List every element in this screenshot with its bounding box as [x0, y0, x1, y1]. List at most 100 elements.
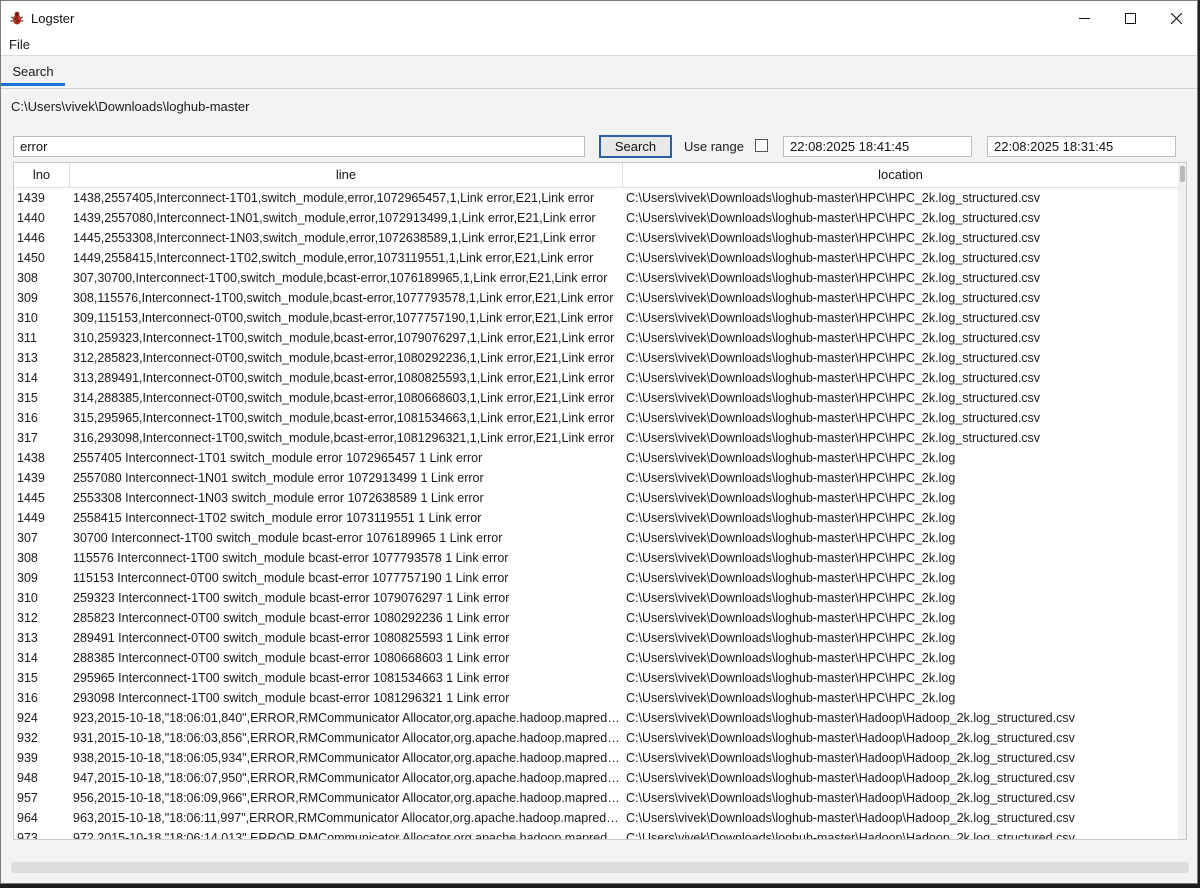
table-row[interactable]: 315 314,288385,Interconnect-0T00,switch_m…: [14, 388, 1178, 408]
cell-line: 2553308 Interconnect-1N03 switch_module …: [73, 491, 484, 505]
cell-line: 314,288385,Interconnect-0T00,switch_modu…: [73, 391, 615, 405]
tab-search[interactable]: Search: [1, 56, 65, 86]
table-row[interactable]: 1449 2558415 Interconnect-1T02 switch_mod…: [14, 508, 1178, 528]
table-row[interactable]: 1438 2557405 Interconnect-1T01 switch_mod…: [14, 448, 1178, 468]
folder-path: C:\Users\vivek\Downloads\loghub-master: [11, 99, 250, 114]
table-row[interactable]: 309 115153 Interconnect-0T00 switch_modul…: [14, 568, 1178, 588]
table-row[interactable]: 308 115576 Interconnect-1T00 switch_modul…: [14, 548, 1178, 568]
cell-lno: 313: [17, 631, 38, 645]
cell-line: 312,285823,Interconnect-0T00,switch_modu…: [73, 351, 615, 365]
cell-location: C:\Users\vivek\Downloads\loghub-master\H…: [626, 211, 1041, 225]
close-icon: [1170, 12, 1182, 24]
range-end-input[interactable]: [987, 136, 1176, 157]
table-row[interactable]: 1439 1438,2557405,Interconnect-1T01,switc…: [14, 188, 1178, 208]
cell-line: 938,2015-10-18,"18:06:05,934",ERROR,RMCo…: [73, 751, 621, 765]
vertical-scrollbar[interactable]: [1178, 163, 1186, 839]
cell-line: 289491 Interconnect-0T00 switch_module b…: [73, 631, 510, 645]
cell-line: 316,293098,Interconnect-1T00,switch_modu…: [73, 431, 615, 445]
cell-line: 972,2015-10-18,"18:06:14,013",ERROR,RMCo…: [73, 831, 621, 840]
search-button[interactable]: Search: [599, 135, 672, 158]
cell-location: C:\Users\vivek\Downloads\loghub-master\H…: [626, 811, 1075, 825]
cell-location: C:\Users\vivek\Downloads\loghub-master\H…: [626, 571, 956, 585]
vertical-scroll-thumb[interactable]: [1180, 166, 1185, 182]
table-row[interactable]: 1445 2553308 Interconnect-1N03 switch_mod…: [14, 488, 1178, 508]
cell-location: C:\Users\vivek\Downloads\loghub-master\H…: [626, 471, 956, 485]
table-row[interactable]: 964 963,2015-10-18,"18:06:11,997",ERROR,R…: [14, 808, 1178, 828]
cell-line: 259323 Interconnect-1T00 switch_module b…: [73, 591, 510, 605]
table-row[interactable]: 311 310,259323,Interconnect-1T00,switch_m…: [14, 328, 1178, 348]
table-row[interactable]: 948 947,2015-10-18,"18:06:07,950",ERROR,R…: [14, 768, 1178, 788]
cell-location: C:\Users\vivek\Downloads\loghub-master\H…: [626, 251, 1041, 265]
menu-file[interactable]: File: [9, 37, 30, 52]
cell-lno: 313: [17, 351, 38, 365]
cell-lno: 1439: [17, 191, 45, 205]
horizontal-scrollbar[interactable]: [11, 862, 1189, 873]
column-header-line[interactable]: line: [70, 163, 623, 187]
cell-lno: 317: [17, 431, 38, 445]
maximize-button[interactable]: [1107, 1, 1153, 35]
cell-lno: 315: [17, 671, 38, 685]
title-bar[interactable]: Logster: [1, 1, 1197, 35]
table-row[interactable]: 316 293098 Interconnect-1T00 switch_modul…: [14, 688, 1178, 708]
table-row[interactable]: 957 956,2015-10-18,"18:06:09,966",ERROR,R…: [14, 788, 1178, 808]
cell-line: 293098 Interconnect-1T00 switch_module b…: [73, 691, 510, 705]
cell-lno: 1440: [17, 211, 45, 225]
cell-lno: 948: [17, 771, 38, 785]
column-header-location[interactable]: location: [623, 163, 1178, 187]
cell-lno: 312: [17, 611, 38, 625]
cell-location: C:\Users\vivek\Downloads\loghub-master\H…: [626, 591, 956, 605]
table-row[interactable]: 314 313,289491,Interconnect-0T00,switch_m…: [14, 368, 1178, 388]
table-row[interactable]: 1450 1449,2558415,Interconnect-1T02,switc…: [14, 248, 1178, 268]
table-row[interactable]: 312 285823 Interconnect-0T00 switch_modul…: [14, 608, 1178, 628]
close-button[interactable]: [1153, 1, 1199, 35]
window-title: Logster: [31, 11, 75, 26]
cell-lno: 310: [17, 591, 38, 605]
cell-line: 1438,2557405,Interconnect-1T01,switch_mo…: [73, 191, 595, 205]
table-row[interactable]: 314 288385 Interconnect-0T00 switch_modul…: [14, 648, 1178, 668]
range-start-input[interactable]: [783, 136, 972, 157]
cell-location: C:\Users\vivek\Downloads\loghub-master\H…: [626, 511, 956, 525]
cell-lno: 1450: [17, 251, 45, 265]
table-row[interactable]: 307 30700 Interconnect-1T00 switch_module…: [14, 528, 1178, 548]
bug-icon: [10, 11, 24, 25]
table-row[interactable]: 924 923,2015-10-18,"18:06:01,840",ERROR,R…: [14, 708, 1178, 728]
table-row[interactable]: 313 289491 Interconnect-0T00 switch_modul…: [14, 628, 1178, 648]
cell-location: C:\Users\vivek\Downloads\loghub-master\H…: [626, 431, 1041, 445]
cell-location: C:\Users\vivek\Downloads\loghub-master\H…: [626, 191, 1041, 205]
cell-line: 956,2015-10-18,"18:06:09,966",ERROR,RMCo…: [73, 791, 621, 805]
cell-location: C:\Users\vivek\Downloads\loghub-master\H…: [626, 311, 1041, 325]
search-input[interactable]: [13, 136, 585, 157]
table-row[interactable]: 939 938,2015-10-18,"18:06:05,934",ERROR,R…: [14, 748, 1178, 768]
cell-line: 115576 Interconnect-1T00 switch_module b…: [73, 551, 509, 565]
table-row[interactable]: 316 315,295965,Interconnect-1T00,switch_m…: [14, 408, 1178, 428]
use-range-checkbox[interactable]: [755, 139, 768, 152]
cell-location: C:\Users\vivek\Downloads\loghub-master\H…: [626, 651, 956, 665]
column-header-lno[interactable]: lno: [14, 163, 70, 187]
cell-location: C:\Users\vivek\Downloads\loghub-master\H…: [626, 671, 956, 685]
table-row[interactable]: 310 259323 Interconnect-1T00 switch_modul…: [14, 588, 1178, 608]
table-row[interactable]: 1439 2557080 Interconnect-1N01 switch_mod…: [14, 468, 1178, 488]
table-row[interactable]: 310 309,115153,Interconnect-0T00,switch_m…: [14, 308, 1178, 328]
cell-lno: 973: [17, 831, 38, 840]
table-row[interactable]: 308 307,30700,Interconnect-1T00,switch_mo…: [14, 268, 1178, 288]
cell-line: 1449,2558415,Interconnect-1T02,switch_mo…: [73, 251, 594, 265]
table-row[interactable]: 1446 1445,2553308,Interconnect-1N03,switc…: [14, 228, 1178, 248]
cell-line: 947,2015-10-18,"18:06:07,950",ERROR,RMCo…: [73, 771, 621, 785]
cell-lno: 307: [17, 531, 38, 545]
cell-location: C:\Users\vivek\Downloads\loghub-master\H…: [626, 791, 1075, 805]
cell-location: C:\Users\vivek\Downloads\loghub-master\H…: [626, 371, 1041, 385]
table-row[interactable]: 932 931,2015-10-18,"18:06:03,856",ERROR,R…: [14, 728, 1178, 748]
cell-line: 923,2015-10-18,"18:06:01,840",ERROR,RMCo…: [73, 711, 621, 725]
cell-location: C:\Users\vivek\Downloads\loghub-master\H…: [626, 771, 1075, 785]
cell-location: C:\Users\vivek\Downloads\loghub-master\H…: [626, 231, 1041, 245]
table-row[interactable]: 313 312,285823,Interconnect-0T00,switch_m…: [14, 348, 1178, 368]
table-row[interactable]: 315 295965 Interconnect-1T00 switch_modul…: [14, 668, 1178, 688]
cell-lno: 1445: [17, 491, 45, 505]
table-row[interactable]: 973 972,2015-10-18,"18:06:14,013",ERROR,R…: [14, 828, 1178, 840]
table-row[interactable]: 1440 1439,2557080,Interconnect-1N01,switc…: [14, 208, 1178, 228]
table-row[interactable]: 309 308,115576,Interconnect-1T00,switch_m…: [14, 288, 1178, 308]
minimize-button[interactable]: [1061, 1, 1107, 35]
table-row[interactable]: 317 316,293098,Interconnect-1T00,switch_m…: [14, 428, 1178, 448]
cell-lno: 939: [17, 751, 38, 765]
cell-location: C:\Users\vivek\Downloads\loghub-master\H…: [626, 531, 956, 545]
